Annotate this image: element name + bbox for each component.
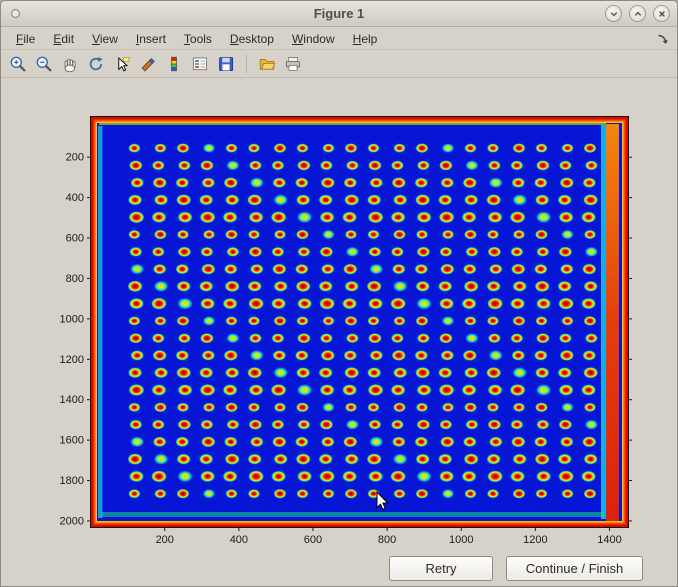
maximize-button[interactable] <box>629 5 646 22</box>
toolbar <box>1 51 677 78</box>
y-tick-label: 200 <box>66 152 84 164</box>
dock-figure-icon[interactable] <box>656 33 670 45</box>
y-tick-label: 1800 <box>60 475 84 487</box>
x-tick-label: 1200 <box>523 534 547 546</box>
window-menu-icon[interactable] <box>10 8 21 19</box>
y-tick-label: 2000 <box>60 515 84 527</box>
save-icon[interactable] <box>214 52 238 76</box>
rotate-3d-icon[interactable] <box>84 52 108 76</box>
y-tick-label: 1000 <box>60 313 84 325</box>
menu-view[interactable]: View <box>83 29 127 49</box>
insert-legend-icon[interactable] <box>188 52 212 76</box>
menu-insert[interactable]: Insert <box>127 29 175 49</box>
figure-canvas: 200 400 600 800 1000 1200 1400 200 400 600 800 1000… <box>1 79 677 586</box>
menu-edit[interactable]: Edit <box>44 29 83 49</box>
print-icon[interactable] <box>281 52 305 76</box>
menu-items: FileEditViewInsertToolsDesktopWindowHelp <box>1 29 386 49</box>
menubar: FileEditViewInsertToolsDesktopWindowHelp <box>1 28 677 50</box>
data-cursor-icon[interactable] <box>110 52 134 76</box>
left-cyan-band <box>98 126 103 518</box>
bottom-green-band <box>101 512 604 517</box>
x-tick-label: 800 <box>378 534 396 546</box>
insert-colorbar-icon[interactable] <box>162 52 186 76</box>
x-tick-label: 1000 <box>449 534 473 546</box>
figure-window: Figure 1 FileEditViewInsertToolsDesktopW… <box>0 0 678 587</box>
right-orange-band <box>606 124 619 521</box>
x-tick-label: 600 <box>304 534 322 546</box>
zoom-in-icon[interactable] <box>6 52 30 76</box>
x-tick-label: 200 <box>156 534 174 546</box>
top-yellow-line <box>99 123 606 125</box>
menu-window[interactable]: Window <box>283 29 344 49</box>
titlebar[interactable]: Figure 1 <box>1 1 677 27</box>
y-tick-label: 600 <box>66 233 84 245</box>
y-tick-label: 400 <box>66 192 84 204</box>
y-tick-label: 800 <box>66 273 84 285</box>
zoom-out-icon[interactable] <box>32 52 56 76</box>
pan-hand-icon[interactable] <box>58 52 82 76</box>
brush-icon[interactable] <box>136 52 160 76</box>
menu-help[interactable]: Help <box>344 29 387 49</box>
open-folder-icon[interactable] <box>255 52 279 76</box>
minimize-button[interactable] <box>605 5 622 22</box>
y-tick-label: 1200 <box>60 354 84 366</box>
close-button[interactable] <box>653 5 670 22</box>
window-title: Figure 1 <box>1 6 677 21</box>
menu-file[interactable]: File <box>7 29 44 49</box>
menu-tools[interactable]: Tools <box>175 29 221 49</box>
retry-button[interactable]: Retry <box>389 556 493 581</box>
y-tick-label: 1400 <box>60 394 84 406</box>
y-tick-label: 1600 <box>60 435 84 447</box>
menu-desktop[interactable]: Desktop <box>221 29 283 49</box>
x-tick-label: 1400 <box>597 534 621 546</box>
window-controls <box>605 5 670 22</box>
image-plot[interactable]: 200 400 600 800 1000 1200 1400 200 400 600 800 1000… <box>1 79 678 587</box>
toolbar-separator <box>246 55 247 73</box>
continue-finish-button[interactable]: Continue / Finish <box>506 556 643 581</box>
right-cyan-band <box>601 125 606 519</box>
x-tick-label: 400 <box>230 534 248 546</box>
